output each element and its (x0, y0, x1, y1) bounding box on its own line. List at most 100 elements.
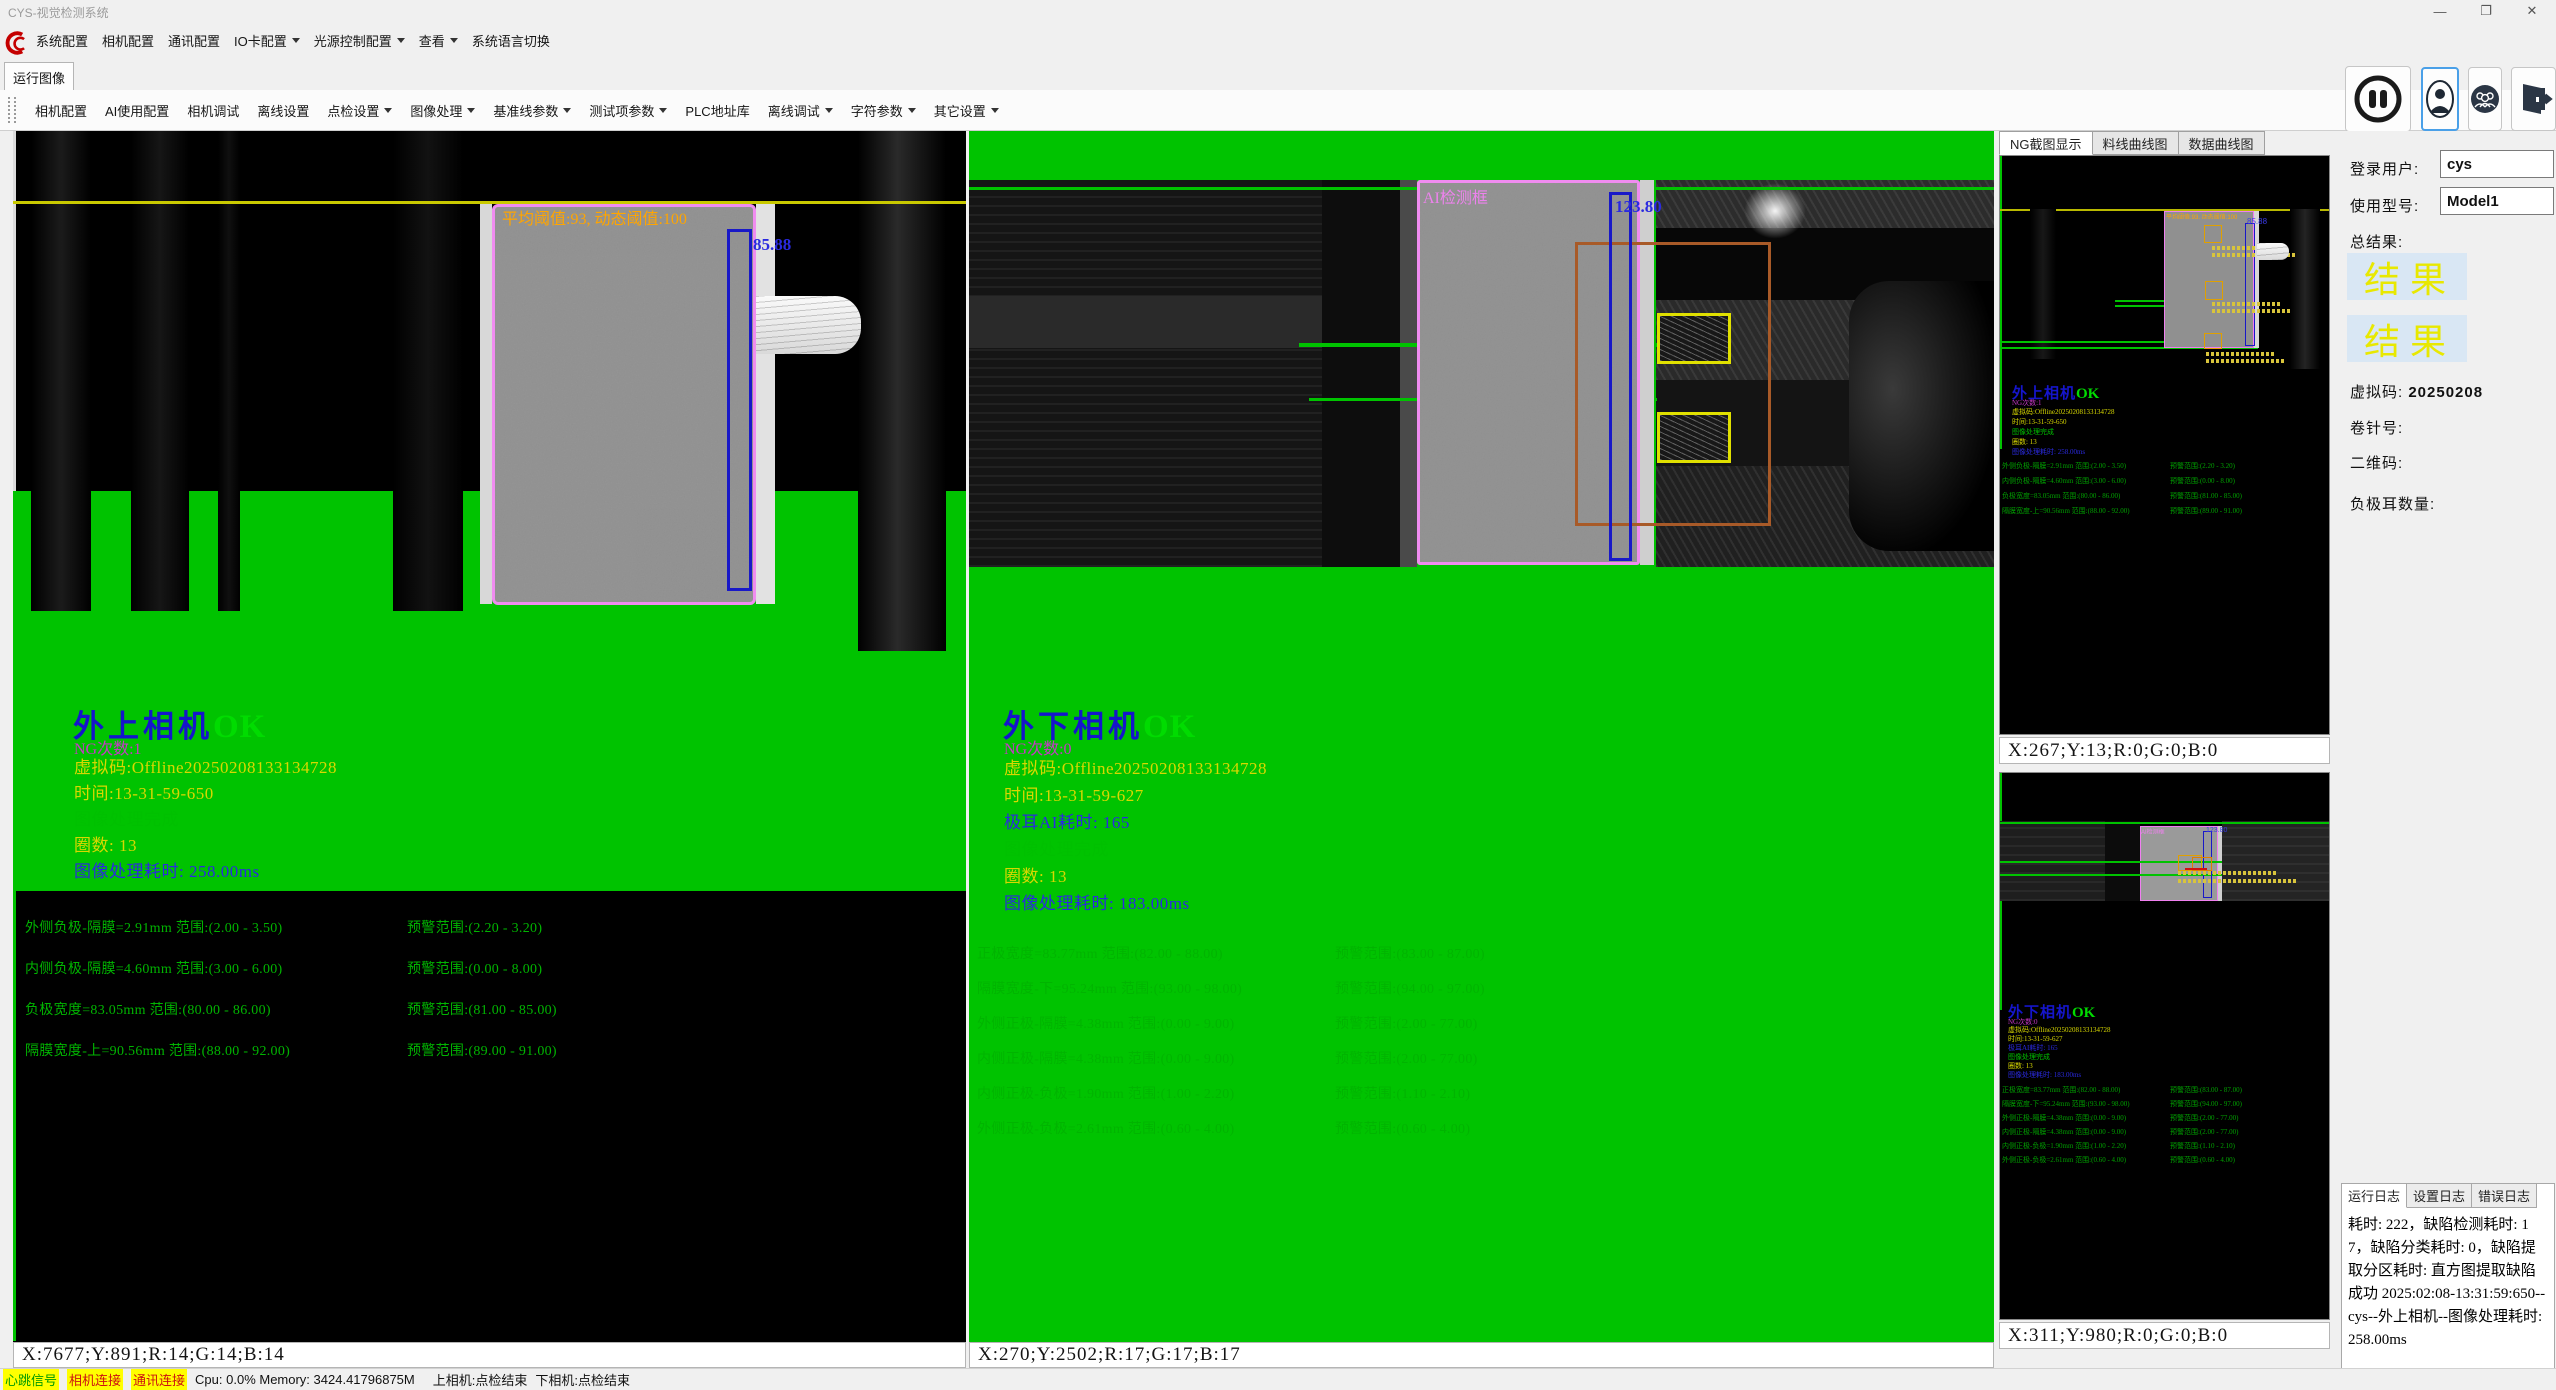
measurement-text: 外侧正极-负极=2.61mm 范围:(0.60 - 4.00) (977, 1122, 1235, 1137)
minimize-button[interactable]: — (2420, 0, 2460, 22)
login-user-value: cys (2447, 156, 2472, 173)
mini-defect-box (2205, 281, 2223, 300)
toolbar-item[interactable]: PLC地址库 (678, 98, 756, 123)
log-tab[interactable]: 错误日志 (2472, 1184, 2537, 1208)
log-tab[interactable]: 设置日志 (2407, 1184, 2472, 1208)
ng-view-tab-label: 料线曲线图 (2103, 134, 2168, 153)
mini-measurement-row: 内侧正极-负极=1.90mm 范围:(1.00 - 2.20) 预警范围:(1.… (2002, 1141, 2328, 1151)
mini-measurement-text: 外侧正极-隔膜=4.38mm 范围:(0.00 - 9.00) (2002, 1114, 2126, 1122)
exit-button[interactable] (2511, 67, 2556, 131)
mini-info-text: 极耳AI耗时: 165 (2008, 1044, 2058, 1052)
lower-camera-view[interactable]: AI检测框 123.80 外下相机OK NG次数:0 虚拟码:Offline20… (969, 131, 1994, 1342)
measure-rect-orange (1575, 242, 1771, 526)
log-text[interactable]: 耗时: 222，缺陷检测耗时: 17，缺陷分类耗时: 0，缺陷提取分区耗时: 直… (2342, 1208, 2554, 1352)
toolbar: 相机配置 AI使用配置 相机调试 离线设置 点检设置 图像处理 基准线参数 (0, 90, 2556, 131)
ng-view-tab-label: 数据曲线图 (2189, 134, 2254, 153)
close-button[interactable]: ✕ (2512, 0, 2552, 22)
menu-item[interactable]: 查看 (413, 28, 464, 53)
menu-item[interactable]: 光源控制配置 (308, 28, 411, 53)
toolbar-grip[interactable] (8, 97, 16, 123)
toolbar-item-label: 图像处理 (410, 101, 462, 120)
mini-measurement-row: 外侧正极-隔膜=4.38mm 范围:(0.00 - 9.00) 预警范围:(2.… (2002, 1113, 2328, 1123)
user-management-button[interactable] (2468, 67, 2502, 131)
model-value: Model1 (2447, 193, 2499, 210)
machine-roller (1849, 281, 1994, 551)
toolbar-item[interactable]: 测试项参数 (582, 98, 674, 123)
upper-camera-status: 上相机:点检结束 (433, 1370, 528, 1389)
green-edge-vline (2000, 304, 2002, 449)
toolbar-item[interactable]: 基准线参数 (486, 98, 578, 123)
mini-measurement-row: 负极宽度=83.05mm 范围:(80.00 - 86.00) 预警范围:(81… (2002, 491, 2328, 501)
toolbar-item[interactable]: 离线设置 (250, 98, 316, 123)
machine-gap (1322, 180, 1400, 567)
separator-strip (2218, 826, 2222, 901)
toolbar-item[interactable]: 点检设置 (320, 98, 399, 123)
mini-info-text: 时间:13-31-59-627 (2008, 1035, 2062, 1043)
login-user-field[interactable]: cys (2440, 150, 2554, 178)
camera-ok-text: OK (213, 709, 266, 745)
film-edge-line (13, 131, 16, 491)
result-box-upper: 结果 (2347, 253, 2467, 300)
pause-button[interactable] (2345, 66, 2411, 132)
chevron-down-icon (563, 108, 571, 117)
toolbar-item[interactable]: AI使用配置 (98, 98, 176, 123)
menu-item[interactable]: 系统语言切换 (466, 28, 556, 53)
menu-item[interactable]: IO卡配置 (228, 28, 306, 53)
measurement-warn: 预警范围:(2.00 - 77.00) (1335, 1048, 1478, 1068)
measurement-text: 隔膜宽度-下=95.24mm 范围:(93.00 - 98.00) (977, 982, 1242, 997)
menu-item[interactable]: 相机配置 (96, 28, 160, 53)
mini-measurement-row: 外侧正极-负极=2.61mm 范围:(0.60 - 4.00) 预警范围:(0.… (2002, 1155, 2328, 1165)
mini-info-lines: 虚拟码:Offline20250208133134728时间:13-31-59-… (2012, 407, 2115, 457)
menu-bar: 系统配置 相机配置 通讯配置 IO卡配置 光源控制配置 查看 系统语言切换 (0, 22, 2556, 58)
mini-gap-value: 123.80 (2206, 827, 2227, 834)
mini-measurement-text: 隔膜宽度-下=95.24mm 范围:(93.00 - 98.00) (2002, 1100, 2130, 1108)
toolbar-item[interactable]: 图像处理 (403, 98, 482, 123)
toolbar-item[interactable]: 离线调试 (761, 98, 840, 123)
maximize-button[interactable]: ❐ (2466, 0, 2506, 22)
model-field[interactable]: Model1 (2440, 187, 2554, 215)
current-user-button[interactable] (2421, 67, 2459, 131)
ng-view-tabs: NG截图显示料线曲线图 数据曲线图 (1999, 131, 2265, 155)
right-measurement-list: 正极宽度=83.77mm 范围:(82.00 - 88.00) 预警范围:(83… (977, 943, 1957, 1153)
snapshot-coord-bar: X:267;Y:13;R:0;G:0;B:0 (1999, 737, 2330, 764)
menu-item[interactable]: 通讯配置 (162, 28, 226, 53)
toolbar-item-label: 测试项参数 (589, 101, 654, 120)
info-line: 圈数: 13 (1004, 863, 1267, 890)
info-line-text: 图像处理耗时: 258.00ms (74, 862, 260, 881)
mini-info-text: 圈数: 13 (2012, 438, 2037, 446)
virtual-code-label: 虚拟码: (2350, 384, 2403, 401)
green-edge-vline (13, 891, 16, 1341)
menu-item[interactable]: 系统配置 (30, 28, 94, 53)
mini-measurement-warn: 预警范围:(1.10 - 2.10) (2170, 1141, 2235, 1151)
mini-annotation-marks (2206, 352, 2276, 356)
tab-run-image[interactable]: 运行图像 (4, 62, 74, 91)
ng-view-tab[interactable]: NG截图显示 (1999, 131, 2093, 155)
mini-measurement-text: 正极宽度=83.77mm 范围:(82.00 - 88.00) (2002, 1086, 2120, 1094)
model-label: 使用型号: (2350, 195, 2419, 216)
log-tab[interactable]: 运行日志 (2342, 1184, 2407, 1208)
mini-ai-label: AI检测框 (2141, 827, 2201, 834)
left-camera-view[interactable]: 平均阈值:93, 动态阈值:100 85.88 外上相机OK NG次数:1 虚拟… (13, 131, 966, 1342)
measurement-text: 隔膜宽度-上=90.56mm 范围:(88.00 - 92.00) (25, 1044, 290, 1059)
mini-info-line: 时间:13-31-59-650 (2012, 417, 2115, 427)
ng-snapshot-lower[interactable]: 123.80 AI检测框 外下相机OK NG次数:0 虚拟码:Offline20… (1999, 772, 2330, 1320)
toolbar-item[interactable]: 字符参数 (844, 98, 923, 123)
ng-view-tab[interactable]: 数据曲线图 (2179, 131, 2265, 155)
heartbeat-status: 心跳信号 (3, 1369, 59, 1390)
toolbar-item[interactable]: 相机配置 (28, 98, 94, 123)
right-camera-info-lines: 虚拟码:Offline20250208133134728时间:13-31-59-… (1004, 755, 1267, 917)
electrode-tab-ear (756, 296, 861, 354)
separator-strip (480, 204, 492, 604)
chevron-down-icon (450, 38, 458, 47)
toolbar-item[interactable]: 相机调试 (180, 98, 246, 123)
mini-info-line: 极耳AI耗时: 165 (2008, 1044, 2111, 1053)
info-line-text: 圈数: 13 (74, 836, 137, 855)
toolbar-item[interactable]: 其它设置 (927, 98, 1006, 123)
mini-info-text: 图像处理耗时: 258.00ms (2012, 448, 2085, 456)
measurement-row: 隔膜宽度-下=95.24mm 范围:(93.00 - 98.00) 预警范围:(… (977, 978, 1957, 998)
login-user-label: 登录用户: (2350, 158, 2419, 179)
ng-snapshot-upper[interactable]: 平均阈值:93, 动态阈值:100 85.88 外上相机OK NG次数:1 虚拟… (1999, 155, 2330, 735)
measurement-warn: 预警范围:(0.00 - 8.00) (407, 958, 542, 978)
ng-view-tab[interactable]: 料线曲线图 (2093, 131, 2179, 155)
mini-measurement-warn: 预警范围:(2.00 - 77.00) (2170, 1127, 2238, 1137)
